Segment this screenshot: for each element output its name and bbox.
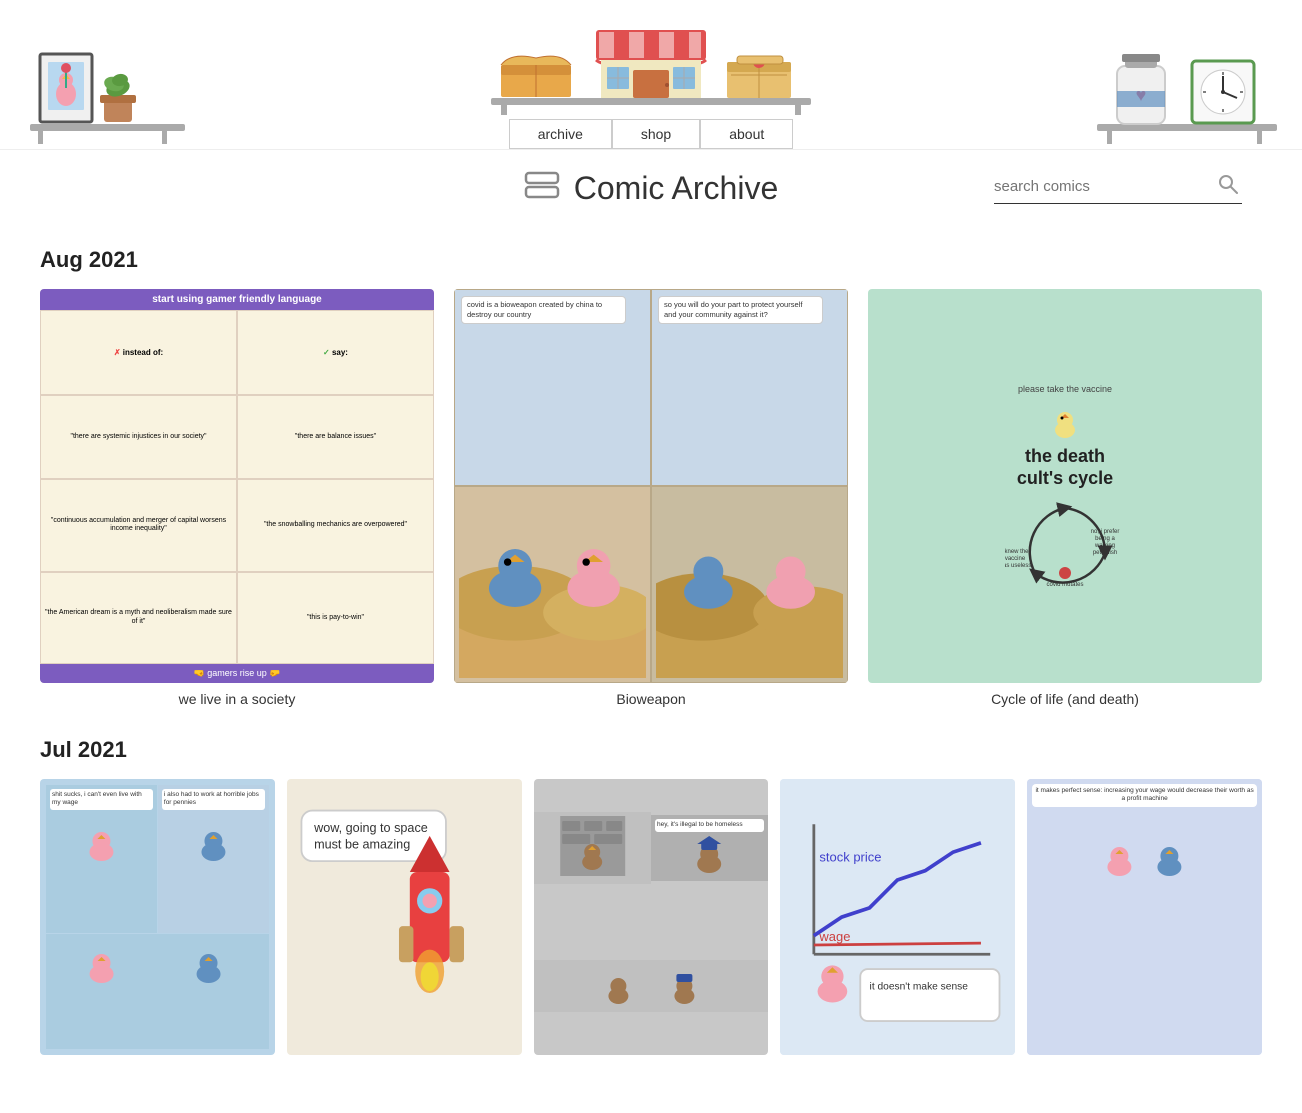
nav-links: archive shop about bbox=[509, 119, 794, 149]
svg-text:no, i prefer: no, i prefer bbox=[1091, 529, 1120, 535]
comic-card-homeless[interactable]: hey, it's illegal to be homeless bbox=[534, 779, 769, 1063]
comic-thumb-homeless: hey, it's illegal to be homeless bbox=[534, 779, 769, 1055]
society-row1-col2: "there are balance issues" bbox=[237, 395, 434, 479]
comic-thumb-cycle: please take the vaccine the deathcult's … bbox=[868, 289, 1262, 683]
comic-card-stocks[interactable]: stock price wage it doesn't make sense bbox=[780, 779, 1015, 1063]
site-header: archive shop about ♥ bbox=[0, 0, 1302, 150]
nav-about[interactable]: about bbox=[700, 119, 793, 149]
svg-text:vaccine: vaccine bbox=[1005, 556, 1026, 562]
page-title-text: Comic Archive bbox=[574, 170, 779, 207]
comic-thumb-society: start using gamer friendly language ✗ in… bbox=[40, 289, 434, 683]
comic-card-society[interactable]: start using gamer friendly language ✗ in… bbox=[40, 289, 434, 707]
jul-comics-grid: shit sucks, i can't even live with my wa… bbox=[40, 779, 1262, 1063]
svg-text:must be amazing: must be amazing bbox=[314, 837, 410, 851]
svg-text:i knew the: i knew the bbox=[1005, 549, 1029, 555]
society-title: we live in a society bbox=[40, 691, 434, 707]
nav-center: archive shop about bbox=[471, 10, 831, 149]
bio-panel-2: so you will do your part to protect your… bbox=[651, 289, 848, 486]
search-area[interactable] bbox=[994, 174, 1242, 204]
society-footer: 🤜 gamers rise up 🤛 bbox=[40, 664, 434, 683]
header-right-decoration: ♥ bbox=[1092, 36, 1282, 149]
section-jul-2021: Jul 2021 bbox=[40, 737, 1262, 763]
comic-thumb-wage: shit sucks, i can't even live with my wa… bbox=[40, 779, 275, 1055]
society-col2-header: ✓ say: bbox=[237, 310, 434, 395]
search-input[interactable] bbox=[994, 178, 1214, 195]
nav-shop[interactable]: shop bbox=[612, 119, 700, 149]
society-row2-col1: "continuous accumulation and merger of c… bbox=[40, 479, 237, 571]
aug-comics-grid: start using gamer friendly language ✗ in… bbox=[40, 289, 1262, 707]
page-title-area: Comic Archive bbox=[0, 150, 1302, 217]
bio-panel-1: covid is a bioweapon created by china to… bbox=[454, 289, 651, 486]
svg-text:being a: being a bbox=[1095, 536, 1115, 542]
comic-card-cycle[interactable]: please take the vaccine the deathcult's … bbox=[868, 289, 1262, 707]
bioweapon-title: Bioweapon bbox=[454, 691, 848, 707]
cycle-title-text: Cycle of life (and death) bbox=[868, 691, 1262, 707]
cycle-main-title: the deathcult's cycle bbox=[1017, 446, 1113, 489]
comic-thumb-bioweapon: covid is a bioweapon created by china to… bbox=[454, 289, 848, 683]
society-row1-col1: "there are systemic injustices in our so… bbox=[40, 395, 237, 479]
svg-text:stock price: stock price bbox=[820, 849, 882, 864]
comic-thumb-stocks: stock price wage it doesn't make sense bbox=[780, 779, 1015, 1055]
cycle-top-label: please take the vaccine bbox=[1018, 384, 1112, 394]
comic-card-bioweapon[interactable]: covid is a bioweapon created by china to… bbox=[454, 289, 848, 707]
society-row3-col2: "this is pay-to-win" bbox=[237, 572, 434, 664]
search-button[interactable] bbox=[1214, 174, 1242, 199]
section-aug-2021: Aug 2021 bbox=[40, 247, 1262, 273]
comic-card-worth[interactable]: it makes perfect sense: increasing your … bbox=[1027, 779, 1262, 1063]
svg-text:was useless: was useless bbox=[1005, 563, 1031, 569]
society-col1-header: ✗ instead of: bbox=[40, 310, 237, 395]
svg-text:petri dish: petri dish bbox=[1093, 550, 1117, 556]
archive-icon bbox=[524, 171, 560, 206]
society-row2-col2: "the snowballing mechanics are overpower… bbox=[237, 479, 434, 571]
page-title: Comic Archive bbox=[524, 170, 779, 207]
svg-text:wage: wage bbox=[819, 929, 851, 944]
comic-card-wage[interactable]: shit sucks, i can't even live with my wa… bbox=[40, 779, 275, 1063]
svg-text:it doesn't make sense: it doesn't make sense bbox=[870, 982, 969, 993]
nav-archive[interactable]: archive bbox=[509, 119, 612, 149]
svg-text:walking: walking bbox=[1094, 543, 1115, 549]
comic-thumb-space: wow, going to space must be amazing bbox=[287, 779, 522, 1055]
main-content: Aug 2021 start using gamer friendly lang… bbox=[0, 217, 1302, 1113]
comic-thumb-worth: it makes perfect sense: increasing your … bbox=[1027, 779, 1262, 1055]
bio-panel-3 bbox=[454, 486, 651, 683]
society-row3-col1: "the American dream is a myth and neolib… bbox=[40, 572, 237, 664]
society-grid: ✗ instead of: ✓ say: "there are systemic… bbox=[40, 310, 434, 664]
society-header: start using gamer friendly language bbox=[40, 289, 434, 310]
comic-card-space[interactable]: wow, going to space must be amazing bbox=[287, 779, 522, 1063]
svg-text:covid mutates: covid mutates bbox=[1046, 582, 1083, 588]
svg-text:wow, going to space: wow, going to space bbox=[313, 821, 428, 835]
bio-panel-4 bbox=[651, 486, 848, 683]
header-left-decoration bbox=[20, 36, 190, 149]
